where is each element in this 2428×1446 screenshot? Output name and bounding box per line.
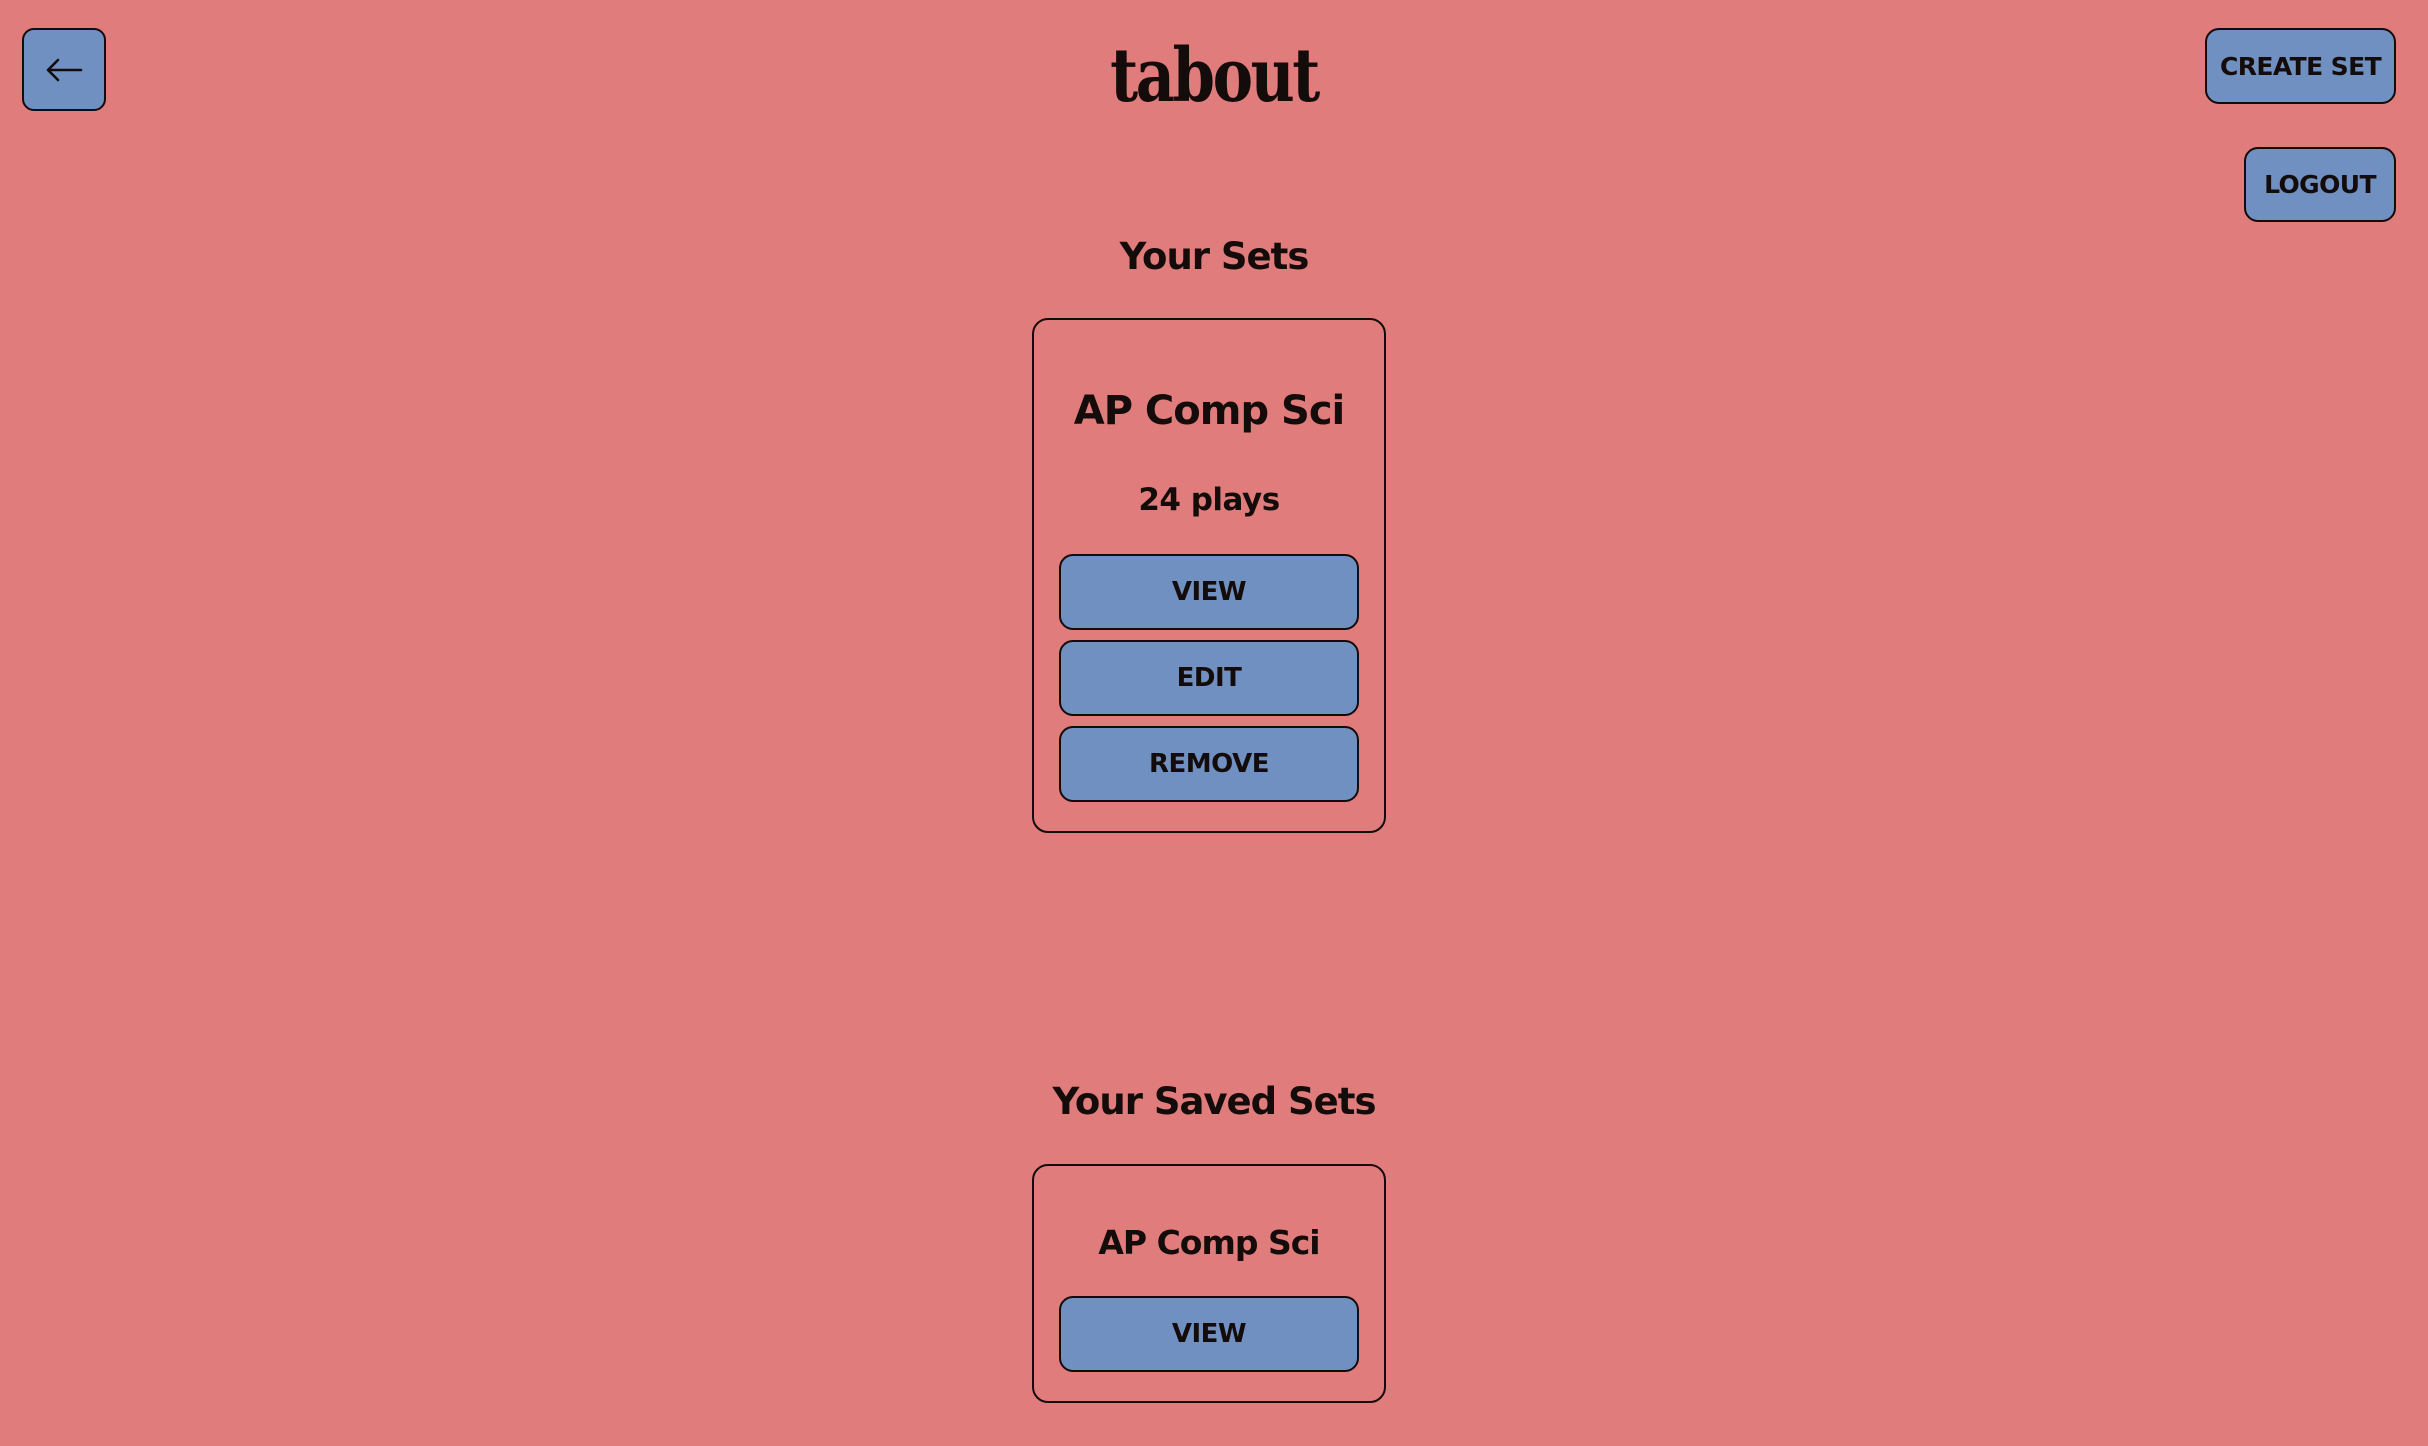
edit-set-button[interactable]: EDIT (1059, 640, 1359, 716)
remove-set-button[interactable]: REMOVE (1059, 726, 1359, 802)
saved-set-name: AP Comp Sci (1098, 1223, 1320, 1262)
view-set-button[interactable]: VIEW (1059, 554, 1359, 630)
logout-button[interactable]: LOGOUT (2244, 147, 2396, 222)
set-name: AP Comp Sci (1073, 388, 1346, 434)
app-title: tabout (1110, 33, 1320, 119)
saved-set-card: AP Comp Sci VIEW (1032, 1164, 1386, 1403)
back-button[interactable] (22, 28, 106, 111)
create-set-button[interactable]: CREATE SET (2205, 28, 2396, 104)
view-saved-set-button[interactable]: VIEW (1059, 1296, 1359, 1372)
arrow-left-icon (46, 58, 83, 81)
set-card: AP Comp Sci 24 plays VIEW EDIT REMOVE (1032, 318, 1386, 833)
set-play-count: 24 plays (1138, 482, 1280, 518)
your-sets-heading: Your Sets (1119, 235, 1310, 278)
saved-sets-heading: Your Saved Sets (1052, 1080, 1377, 1123)
